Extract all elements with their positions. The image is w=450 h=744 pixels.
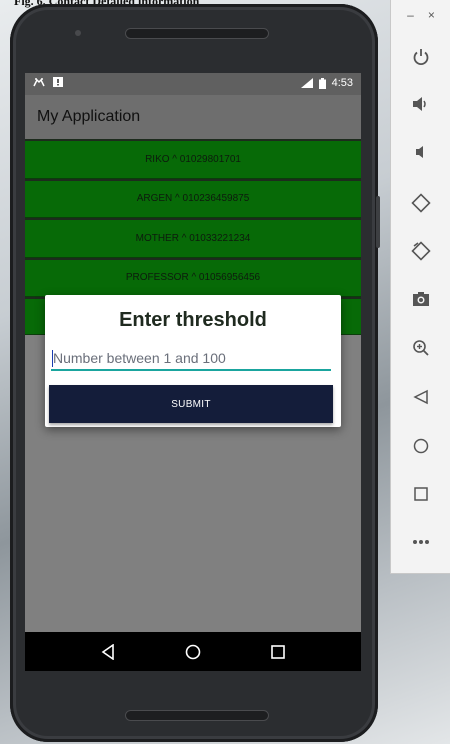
front-camera — [75, 30, 81, 36]
overview-nav-button[interactable] — [263, 637, 293, 667]
back-triangle-icon — [101, 643, 114, 660]
contact-item[interactable]: ARGEN ^ 010236459875 — [25, 178, 361, 218]
contact-item[interactable]: MOTHER ^ 01033221234 — [25, 218, 361, 258]
overview-button[interactable] — [406, 479, 436, 509]
zoom-button[interactable] — [406, 333, 436, 363]
contact-item[interactable]: RIKO ^ 01029801701 — [25, 139, 361, 179]
contact-label: RIKO ^ 01029801701 — [145, 153, 241, 165]
text-caret — [52, 350, 53, 367]
volume-down-button[interactable] — [406, 137, 436, 167]
overview-icon — [414, 487, 428, 501]
rotate-right-button[interactable] — [406, 236, 436, 266]
home-nav-button[interactable] — [178, 637, 208, 667]
app-title: My Application — [37, 108, 141, 125]
back-button[interactable] — [406, 382, 436, 412]
power-button[interactable] — [406, 42, 436, 72]
threshold-input[interactable] — [51, 347, 331, 371]
app-bar: My Application — [25, 95, 361, 139]
side-button[interactable] — [376, 196, 380, 248]
contact-label: MOTHER ^ 01033221234 — [135, 232, 251, 244]
home-circle-icon — [185, 644, 201, 659]
notification-alert-icon — [53, 77, 63, 87]
submit-button[interactable]: SUBMIT — [49, 385, 333, 423]
rotate-right-icon — [411, 241, 431, 261]
status-bar: 4:53 — [25, 73, 361, 95]
contact-label: ARGEN ^ 010236459875 — [136, 193, 250, 205]
phone-screen: 4:53 My Application RIKO ^ 01029801701 A… — [25, 73, 361, 671]
threshold-dialog: Enter threshold SUBMIT — [45, 295, 341, 427]
volume-up-icon — [413, 97, 426, 111]
volume-down-icon — [416, 146, 423, 158]
more-icon — [413, 540, 429, 544]
home-icon — [413, 438, 429, 454]
contact-label: PROFESSOR ^ 01056956456 — [125, 272, 261, 284]
power-icon — [413, 49, 429, 66]
minimize-button[interactable]: – — [407, 8, 414, 22]
rotate-left-icon — [411, 193, 431, 213]
camera-icon — [413, 292, 429, 306]
battery-icon — [318, 77, 326, 89]
status-time: 4:53 — [331, 77, 353, 89]
more-button[interactable] — [406, 527, 436, 557]
screenshot-button[interactable] — [406, 284, 436, 314]
zoom-in-icon — [413, 340, 429, 356]
debug-icon — [33, 77, 45, 87]
close-button[interactable]: × — [428, 8, 435, 22]
rotate-left-button[interactable] — [406, 188, 436, 218]
bottom-speaker — [125, 710, 269, 721]
top-speaker — [125, 28, 269, 39]
back-nav-button[interactable] — [93, 637, 123, 667]
volume-up-button[interactable] — [406, 89, 436, 119]
back-icon — [413, 389, 428, 405]
navigation-bar — [25, 632, 361, 671]
dialog-title: Enter threshold — [119, 309, 267, 331]
overview-square-icon — [271, 644, 286, 659]
home-button[interactable] — [406, 431, 436, 461]
emulator-toolbar: – × — [390, 0, 450, 574]
contact-item[interactable]: PROFESSOR ^ 01056956456 — [25, 257, 361, 297]
signal-icon — [300, 78, 313, 88]
